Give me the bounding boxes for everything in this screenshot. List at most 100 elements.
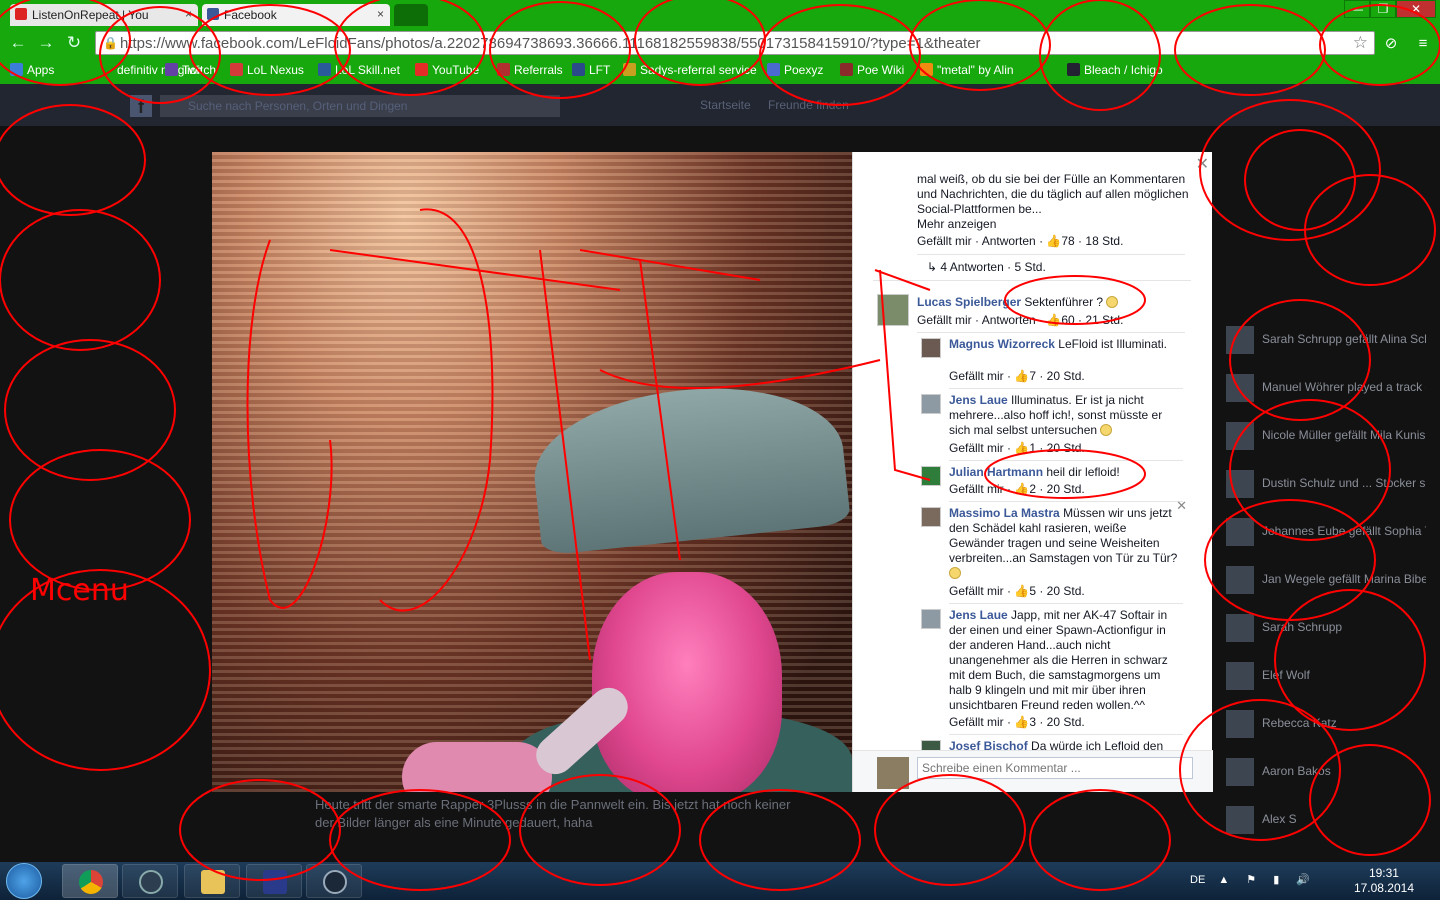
clock-date: 17.08.2014 [1353, 881, 1414, 895]
new-tab-button[interactable] [394, 4, 428, 26]
ticker-item[interactable]: Dustin Schulz und ... Stocker sind jetzt… [1226, 470, 1426, 498]
bookmark-favicon-icon [497, 63, 510, 76]
like-link[interactable]: Gefällt mir [949, 482, 1004, 496]
avatar[interactable] [877, 294, 909, 326]
tab-facebook[interactable]: Facebook × [202, 4, 390, 26]
flag-icon[interactable]: ⚑ [1246, 874, 1256, 886]
facebook-logo-icon[interactable]: f [130, 95, 152, 117]
taskbar-steam[interactable] [306, 864, 362, 898]
tab-listenonrepeat[interactable]: ListenOnRepeat | You × [10, 4, 198, 26]
replies-link[interactable]: 4 Antworten [940, 260, 1003, 274]
comments-scroll-area[interactable]: ✕ mal weiß, ob du sie bei der Fülle an K… [853, 152, 1213, 750]
clock[interactable]: 19:31 17.08.2014 [1354, 866, 1414, 896]
photo-image[interactable] [212, 152, 852, 792]
ticker-item[interactable]: Elef Wolf [1226, 662, 1426, 690]
start-button[interactable] [6, 863, 42, 899]
replies-row[interactable]: ↳ 4 Antworten · 5 Std. [927, 260, 1046, 275]
reply-link[interactable]: Antworten [982, 234, 1036, 248]
bookmark-item[interactable]: Twitch [165, 63, 216, 77]
commenter-name[interactable]: Lucas Spielberger [917, 295, 1021, 309]
like-link[interactable]: Gefällt mir [949, 441, 1004, 455]
clock-time: 19:31 [1368, 866, 1399, 880]
ticker-item[interactable]: Alex S [1226, 806, 1426, 834]
facebook-search-input[interactable]: Suche nach Personen, Orten und Dingen [160, 95, 560, 117]
maximize-button[interactable]: ❐ [1370, 0, 1396, 18]
nav-find-friends[interactable]: Freunde finden [768, 98, 849, 112]
ticker-text: Dustin Schulz und ... Stocker sind jetzt… [1262, 476, 1426, 491]
ticker-item[interactable]: Sarah Schrupp gefällt Alina Schmids Foto… [1226, 326, 1426, 354]
signal-icon[interactable]: ▮ [1273, 874, 1279, 886]
comment: Lucas Spielberger Sektenführer ? [917, 295, 1193, 310]
minimize-button[interactable]: — [1344, 0, 1370, 18]
avatar[interactable] [921, 507, 941, 527]
avatar[interactable] [921, 338, 941, 358]
bookmark-item[interactable]: Bleach / Ichigo [1067, 63, 1163, 77]
comment-input[interactable] [917, 757, 1193, 779]
commenter-name[interactable]: Jens Laue [949, 608, 1008, 622]
comment-body: mal weiß, ob du sie bei der Fülle an Kom… [917, 172, 1189, 216]
like-link[interactable]: Gefällt mir [949, 715, 1004, 729]
bookmark-item[interactable]: "metal" by Alin [920, 63, 1014, 77]
reply-link[interactable]: Antworten [982, 313, 1036, 327]
bookmark-item[interactable]: LFT [572, 63, 610, 77]
bookmark-label: LoL Skill.net [335, 63, 400, 77]
commenter-name[interactable]: Massimo La Mastra [949, 506, 1060, 520]
bookmark-star-icon[interactable]: ☆ [1353, 33, 1368, 53]
volume-icon[interactable]: 🔊 [1296, 874, 1310, 886]
avatar[interactable] [921, 740, 941, 750]
ticker-item[interactable]: Sarah Schrupp [1226, 614, 1426, 642]
forward-arrow-icon[interactable]: → [36, 33, 56, 53]
ticker-item[interactable]: Johannes Eube gefällt Sophia Tals Foto. [1226, 518, 1426, 546]
ticker-item[interactable]: Rebecca Katz [1226, 710, 1426, 738]
commenter-name[interactable]: Julian Hartmann [949, 465, 1043, 479]
bookmark-item[interactable]: Poe Wiki [840, 63, 904, 77]
bookmark-item[interactable]: Referrals [497, 63, 563, 77]
more-link[interactable]: Mehr anzeigen [917, 217, 996, 232]
close-tab-icon[interactable]: × [377, 7, 384, 21]
comment-meta: Gefällt mir · 👍1 · 20 Std. [949, 441, 1085, 455]
ticker-item[interactable]: Aaron Bakos [1226, 758, 1426, 786]
close-window-button[interactable]: ✕ [1396, 0, 1436, 18]
back-arrow-icon[interactable]: ← [8, 33, 28, 53]
commenter-name[interactable]: Magnus Wizorreck [949, 337, 1055, 351]
reload-icon[interactable]: ↻ [64, 33, 84, 53]
like-link[interactable]: Gefällt mir [917, 313, 972, 327]
avatar[interactable] [921, 466, 941, 486]
nav-home[interactable]: Startseite [700, 98, 751, 112]
like-link[interactable]: Gefällt mir [949, 369, 1004, 383]
bookmark-item[interactable]: LoL Skill.net [318, 63, 400, 77]
bookmark-item[interactable]: Sadys-referral service [623, 63, 757, 77]
commenter-name[interactable]: Jens Laue [949, 393, 1008, 407]
hand [402, 742, 552, 792]
lock-icon: 🔒 [103, 36, 118, 50]
bookmark-item[interactable]: Poexyz [767, 63, 823, 77]
avatar[interactable] [921, 609, 941, 629]
ticker-item[interactable]: Jan Wegele gefällt Marina Biberthalers F… [1226, 566, 1426, 594]
bookmark-item[interactable]: YouTube [415, 63, 479, 77]
like-link[interactable]: Gefällt mir [949, 584, 1004, 598]
extension-icon[interactable]: ⊘ [1380, 33, 1402, 55]
close-theater-icon[interactable]: ✕ [1196, 154, 1209, 174]
taskbar-game[interactable] [246, 864, 302, 898]
avatar [1226, 710, 1254, 738]
menu-icon[interactable]: ≡ [1412, 33, 1434, 55]
ticker-item[interactable]: Manuel Wöhrer played a track on SoundClo… [1226, 374, 1426, 402]
address-bar[interactable]: 🔒 https://www.facebook.com/LeFloidFans/p… [95, 31, 1375, 55]
ticker-text: Sarah Schrupp gefällt Alina Schmids Foto… [1262, 332, 1426, 347]
ticker-item[interactable]: Nicole Müller gefällt Mila Kunis Foto. [1226, 422, 1426, 450]
bookmark-item[interactable]: Apps [10, 63, 54, 77]
taskbar-chrome[interactable] [62, 864, 118, 898]
language-indicator[interactable]: DE [1190, 874, 1205, 886]
bookmark-label: Poexyz [784, 63, 824, 77]
selfie-face [592, 572, 782, 792]
avatar[interactable] [921, 394, 941, 414]
network-icon[interactable]: ▲ [1218, 874, 1229, 886]
bookmark-item[interactable]: LoL Nexus [230, 63, 304, 77]
like-link[interactable]: Gefällt mir [917, 234, 972, 248]
comment-meta: Gefällt mir · 👍5 · 20 Std. [949, 584, 1085, 598]
taskbar-app[interactable] [122, 864, 178, 898]
taskbar-explorer[interactable] [184, 864, 240, 898]
commenter-name[interactable]: Josef Bischof [949, 739, 1028, 750]
tab-label: ListenOnRepeat | You [32, 8, 149, 22]
close-tab-icon[interactable]: × [185, 7, 192, 21]
